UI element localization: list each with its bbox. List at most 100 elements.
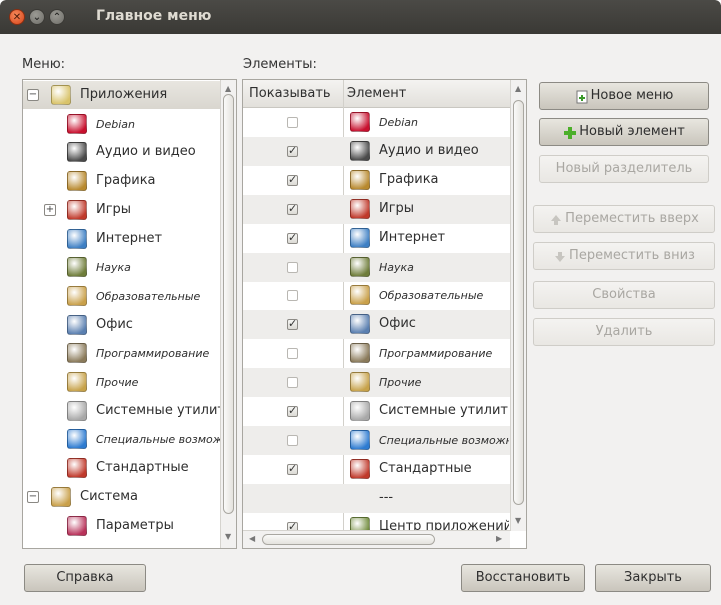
show-checkbox[interactable]: [287, 290, 298, 302]
menu-label: Меню:: [22, 57, 66, 72]
tree-item-label: Прочие: [96, 376, 139, 389]
new-menu-button[interactable]: Новое меню: [539, 82, 709, 110]
table-row[interactable]: Графика: [243, 166, 510, 195]
tree-item[interactable]: − Система: [23, 483, 220, 511]
tree-item[interactable]: Аудио и видео: [23, 138, 220, 166]
table-row[interactable]: Интернет: [243, 224, 510, 253]
tree-item[interactable]: Системные утилиты: [23, 397, 220, 425]
table-row[interactable]: ---: [243, 483, 510, 513]
table-row[interactable]: Наука: [243, 252, 510, 282]
table-item-label: Графика: [379, 171, 439, 187]
elements-table[interactable]: Показывать Элемент Debian Аудио и видео Гр…: [242, 79, 527, 549]
show-checkbox[interactable]: [287, 173, 298, 186]
move-up-button[interactable]: Переместить вверх: [533, 205, 715, 233]
table-row[interactable]: Аудио и видео: [243, 136, 510, 166]
scroll-down-arrow-icon[interactable]: ▼: [225, 532, 231, 541]
tree-item[interactable]: Интернет: [23, 225, 220, 253]
applications-icon: [51, 85, 71, 105]
system-tools-gear-icon: [350, 401, 370, 421]
show-checkbox[interactable]: [287, 144, 298, 157]
help-button[interactable]: Справка: [24, 564, 146, 592]
show-checkbox[interactable]: [287, 202, 298, 215]
elements-table-hscrollbar[interactable]: ◀ ▶: [243, 530, 510, 548]
new-separator-button[interactable]: Новый разделитель: [539, 155, 709, 183]
scroll-left-arrow-icon[interactable]: ◀: [249, 534, 255, 543]
show-checkbox[interactable]: [287, 377, 298, 389]
properties-button[interactable]: Свойства: [533, 281, 715, 309]
table-row[interactable]: Офис: [243, 310, 510, 340]
revert-button[interactable]: Восстановить: [461, 564, 585, 592]
show-checkbox[interactable]: [287, 348, 298, 360]
scrollbar-thumb[interactable]: [513, 100, 524, 505]
show-checkbox[interactable]: [287, 317, 298, 331]
table-item-label: Системные утилиты: [379, 403, 509, 418]
tree-item[interactable]: Стандартные: [23, 454, 220, 482]
minimize-window-icon[interactable]: ⌄: [29, 9, 45, 25]
audio-video-icon: [350, 140, 370, 161]
show-checkbox[interactable]: [287, 434, 298, 446]
move-down-button[interactable]: Переместить вниз: [533, 242, 715, 270]
science-icon: [350, 256, 370, 277]
table-row[interactable]: Программирование: [243, 339, 510, 368]
preferences-icon: [67, 515, 87, 536]
close-window-icon[interactable]: ✕: [9, 9, 25, 25]
tree-item-label: Аудио и видео: [96, 144, 196, 160]
column-header-show[interactable]: Показывать: [249, 86, 331, 101]
collapse-icon[interactable]: −: [27, 89, 39, 101]
graphics-icon: [350, 169, 370, 190]
tree-item[interactable]: Образовательные: [23, 282, 220, 310]
tree-item[interactable]: Параметры: [23, 512, 220, 540]
tree-item[interactable]: + Игры: [23, 196, 220, 224]
scrollbar-thumb[interactable]: [262, 534, 435, 545]
new-menu-icon: [575, 88, 589, 103]
table-item-label: Стандартные: [379, 460, 472, 476]
expand-icon[interactable]: +: [44, 203, 56, 216]
table-item-label: Образовательные: [379, 289, 484, 303]
tree-item-label: Приложения: [80, 87, 168, 102]
tree-item[interactable]: − Приложения: [23, 81, 220, 109]
menu-tree[interactable]: − Приложения Debian Аудио и видео Графика + Иг…: [22, 79, 237, 549]
scroll-down-arrow-icon[interactable]: ▼: [515, 516, 521, 525]
show-checkbox[interactable]: [287, 462, 298, 475]
table-item-label: Офис: [379, 316, 416, 332]
column-header-item[interactable]: Элемент: [347, 86, 406, 101]
new-item-button[interactable]: Новый элемент: [539, 118, 709, 146]
scroll-right-arrow-icon[interactable]: ▶: [496, 534, 502, 543]
show-checkbox[interactable]: [287, 231, 298, 244]
tree-item-label: Параметры: [96, 517, 174, 533]
delete-button[interactable]: Удалить: [533, 318, 715, 346]
close-button[interactable]: Закрыть: [595, 564, 711, 592]
table-row[interactable]: Системные утилиты: [243, 397, 510, 426]
table-row[interactable]: Специальные возможности: [243, 425, 510, 455]
maximize-window-icon[interactable]: ⌃: [49, 9, 65, 25]
scroll-up-arrow-icon[interactable]: ▲: [225, 84, 231, 93]
table-row[interactable]: Debian: [243, 108, 510, 137]
tree-item[interactable]: Программирование: [23, 339, 220, 367]
new-item-label: Новый элемент: [579, 124, 685, 139]
elements-table-vscrollbar[interactable]: ▲ ▼: [510, 80, 526, 531]
scroll-up-arrow-icon[interactable]: ▲: [515, 84, 521, 93]
tree-item-label: Стандартные: [96, 460, 189, 476]
show-checkbox[interactable]: [287, 117, 298, 128]
collapse-icon[interactable]: −: [27, 490, 39, 503]
other-icon: [350, 372, 370, 393]
tree-item-label: Программирование: [96, 347, 210, 361]
table-row[interactable]: Игры: [243, 194, 510, 224]
table-row[interactable]: Образовательные: [243, 281, 510, 310]
accessibility-icon: [350, 429, 370, 450]
tree-item[interactable]: Наука: [23, 253, 220, 281]
tree-item[interactable]: Графика: [23, 167, 220, 195]
title-bar[interactable]: ✕ ⌄ ⌃ Главное меню: [0, 0, 721, 34]
tree-item[interactable]: Debian: [23, 110, 220, 138]
show-checkbox[interactable]: [287, 261, 298, 273]
scrollbar-thumb[interactable]: [223, 94, 234, 514]
tree-item[interactable]: Прочие: [23, 368, 220, 396]
tree-item-label: Debian: [96, 117, 135, 131]
tree-item[interactable]: Специальные возможности: [23, 425, 220, 453]
menu-tree-scrollbar[interactable]: ▲ ▼: [220, 80, 236, 548]
separator-item-label: ---: [379, 489, 394, 505]
table-row[interactable]: Прочие: [243, 368, 510, 398]
tree-item[interactable]: Офис: [23, 311, 220, 339]
show-checkbox[interactable]: [287, 404, 298, 417]
table-row[interactable]: Стандартные: [243, 455, 510, 484]
